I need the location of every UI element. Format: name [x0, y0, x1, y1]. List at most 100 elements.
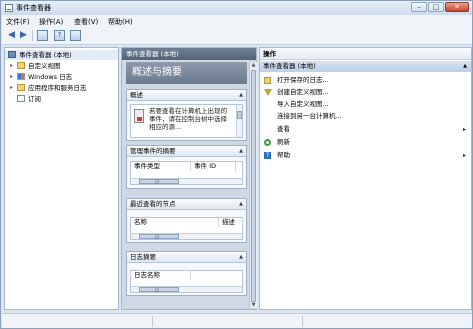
horizontal-scrollbar[interactable]: |||: [131, 233, 242, 239]
actions-section-title: 事件查看器 (本地): [263, 62, 316, 70]
action-import-custom-view[interactable]: 导入自定义视图...: [260, 99, 471, 110]
collapse-icon[interactable]: ▲: [239, 146, 243, 157]
windows-icon: [17, 73, 25, 80]
action-label: 打开保存的日志...: [277, 76, 329, 84]
folder-icon: [17, 84, 25, 91]
summary-pane-scrollbar[interactable]: ▲ ▼: [249, 62, 257, 308]
expand-icon[interactable]: ▸: [10, 62, 16, 70]
tree-item-root[interactable]: 事件查看器 (本地): [5, 50, 118, 60]
back-icon[interactable]: ◀: [6, 30, 17, 41]
tree-item-subscriptions[interactable]: 订阅: [5, 94, 118, 104]
column-header-description[interactable]: 描述: [219, 218, 243, 227]
show-hide-action-pane-icon[interactable]: [70, 30, 81, 41]
collapse-icon[interactable]: ▲: [239, 199, 243, 210]
menu-view[interactable]: 查看(V): [74, 17, 98, 27]
admin-events-table: 事件类型 事件 ID |||: [130, 161, 243, 185]
status-bar: [2, 313, 472, 328]
tree-item-app-service-logs[interactable]: ▸ 应用程序和服务日志: [5, 83, 118, 93]
menu-action[interactable]: 操作(A): [39, 17, 63, 27]
toolbar: ◀ ▶ ?: [2, 27, 472, 45]
console-tree: 事件查看器 (本地) ▸ 自定义视图 ▸ Windows 日志 ▸ 应用程序和服…: [4, 47, 119, 310]
column-header-event-id[interactable]: 事件 ID: [191, 162, 236, 171]
overview-section: 概述 ▲ 若要查看在计算机上出现的事件，请在控制台树中选择相应的源...: [126, 89, 247, 141]
log-summary-header[interactable]: 日志摘要 ▲: [127, 252, 246, 263]
section-title: 日志摘要: [130, 253, 156, 261]
tree-item-label: 事件查看器 (本地): [19, 51, 72, 59]
help-icon[interactable]: ?: [54, 30, 65, 41]
tree-item-label: 订阅: [28, 95, 41, 103]
action-label: 导入自定义视图...: [277, 100, 329, 108]
horizontal-scrollbar[interactable]: |||: [131, 178, 242, 184]
grip-icon: |||: [155, 234, 160, 239]
filter-icon: [264, 89, 272, 96]
menu-file[interactable]: 文件(F): [6, 17, 30, 27]
close-button[interactable]: ✕: [445, 2, 469, 12]
recent-nodes-header[interactable]: 最近查看的节点 ▲: [127, 199, 246, 210]
menu-bar: 文件(F) 操作(A) 查看(V) 帮助(H): [2, 15, 472, 27]
section-title: 管理事件的摘要: [130, 147, 176, 155]
summary-pane-header: 事件查看器 (本地): [122, 48, 256, 60]
column-header-event-type[interactable]: 事件类型: [131, 162, 191, 171]
log-summary-section: 日志摘要 ▲ 日志名称 |||: [126, 251, 247, 296]
admin-events-header[interactable]: 管理事件的摘要 ▲: [127, 146, 246, 157]
tree-item-label: Windows 日志: [28, 73, 73, 81]
overview-section-header[interactable]: 概述 ▲: [127, 90, 246, 101]
refresh-icon: [264, 139, 271, 146]
section-title: 概述: [130, 91, 143, 99]
scroll-down-icon[interactable]: ▼: [250, 302, 257, 308]
action-label: 创建自定义视图...: [277, 88, 329, 96]
horizontal-scrollbar[interactable]: |||: [131, 286, 242, 292]
show-hide-console-tree-icon[interactable]: [37, 30, 48, 41]
admin-events-section: 管理事件的摘要 ▲ 事件类型 事件 ID |||: [126, 145, 247, 189]
status-divider: [152, 316, 153, 327]
overview-text: 若要查看在计算机上出现的事件，请在控制台树中选择相应的源...: [149, 107, 227, 131]
title-bar: 事件查看器 – □ ✕: [1, 1, 472, 15]
grip-icon: |||: [155, 287, 160, 292]
submenu-arrow-icon: ▸: [462, 126, 466, 133]
actions-section-header[interactable]: 事件查看器 (本地) ▲: [260, 61, 471, 72]
collapse-icon[interactable]: ▲: [463, 61, 467, 72]
scrollbar-thumb[interactable]: [237, 111, 242, 119]
recent-nodes-section: 最近查看的节点 ▲ 名称 描述 |||: [126, 198, 247, 243]
status-divider: [302, 316, 303, 327]
action-label: 帮助: [277, 151, 290, 159]
subscription-icon: [17, 95, 25, 102]
actions-header: 操作: [260, 48, 471, 60]
computer-icon: [8, 51, 16, 58]
column-header-log-name[interactable]: 日志名称: [131, 271, 191, 280]
forward-icon[interactable]: ▶: [18, 30, 29, 41]
expand-icon[interactable]: ▸: [10, 84, 16, 92]
expand-icon[interactable]: ▸: [10, 73, 16, 81]
action-label: 连接到另一台计算机...: [277, 112, 342, 120]
action-view[interactable]: 查看 ▸: [260, 124, 471, 135]
action-open-saved-log[interactable]: 打开保存的日志...: [260, 75, 471, 86]
menu-help[interactable]: 帮助(H): [108, 17, 133, 27]
toolbar-separator: [32, 30, 33, 41]
tree-item-custom-views[interactable]: ▸ 自定义视图: [5, 61, 118, 71]
maximize-button[interactable]: □: [428, 2, 444, 12]
summary-pane: 事件查看器 (本地) 概述与摘要 ▲ ▼ 概述 ▲ 若要查看在计算机上出现的事件…: [121, 47, 257, 310]
tree-item-label: 应用程序和服务日志: [28, 84, 87, 92]
event-log-icon: [134, 109, 144, 123]
grip-icon: |||: [155, 179, 160, 184]
scroll-up-icon[interactable]: ▲: [250, 62, 257, 68]
action-refresh[interactable]: 刷新: [260, 137, 471, 148]
section-title: 最近查看的节点: [130, 200, 176, 208]
recent-nodes-table: 名称 描述 |||: [130, 217, 243, 240]
log-summary-table: 日志名称 |||: [130, 270, 243, 293]
tree-item-label: 自定义视图: [28, 62, 61, 70]
overview-scrollbar[interactable]: [236, 105, 242, 137]
action-create-custom-view[interactable]: 创建自定义视图...: [260, 87, 471, 98]
collapse-icon[interactable]: ▲: [239, 90, 243, 101]
action-connect-computer[interactable]: 连接到另一台计算机...: [260, 111, 471, 122]
event-viewer-window: 事件查看器 – □ ✕ 文件(F) 操作(A) 查看(V) 帮助(H) ◀ ▶ …: [0, 0, 473, 329]
column-header-name[interactable]: 名称: [131, 218, 219, 227]
action-help[interactable]: ? 帮助 ▸: [260, 150, 471, 161]
submenu-arrow-icon: ▸: [462, 152, 466, 159]
actions-pane: 操作 事件查看器 (本地) ▲ 打开保存的日志... 创建自定义视图... 导入…: [259, 47, 472, 310]
scrollbar-thumb[interactable]: [251, 70, 256, 302]
action-label: 查看: [277, 125, 290, 133]
minimize-button[interactable]: –: [411, 2, 427, 12]
tree-item-windows-logs[interactable]: ▸ Windows 日志: [5, 72, 118, 82]
collapse-icon[interactable]: ▲: [239, 252, 243, 263]
